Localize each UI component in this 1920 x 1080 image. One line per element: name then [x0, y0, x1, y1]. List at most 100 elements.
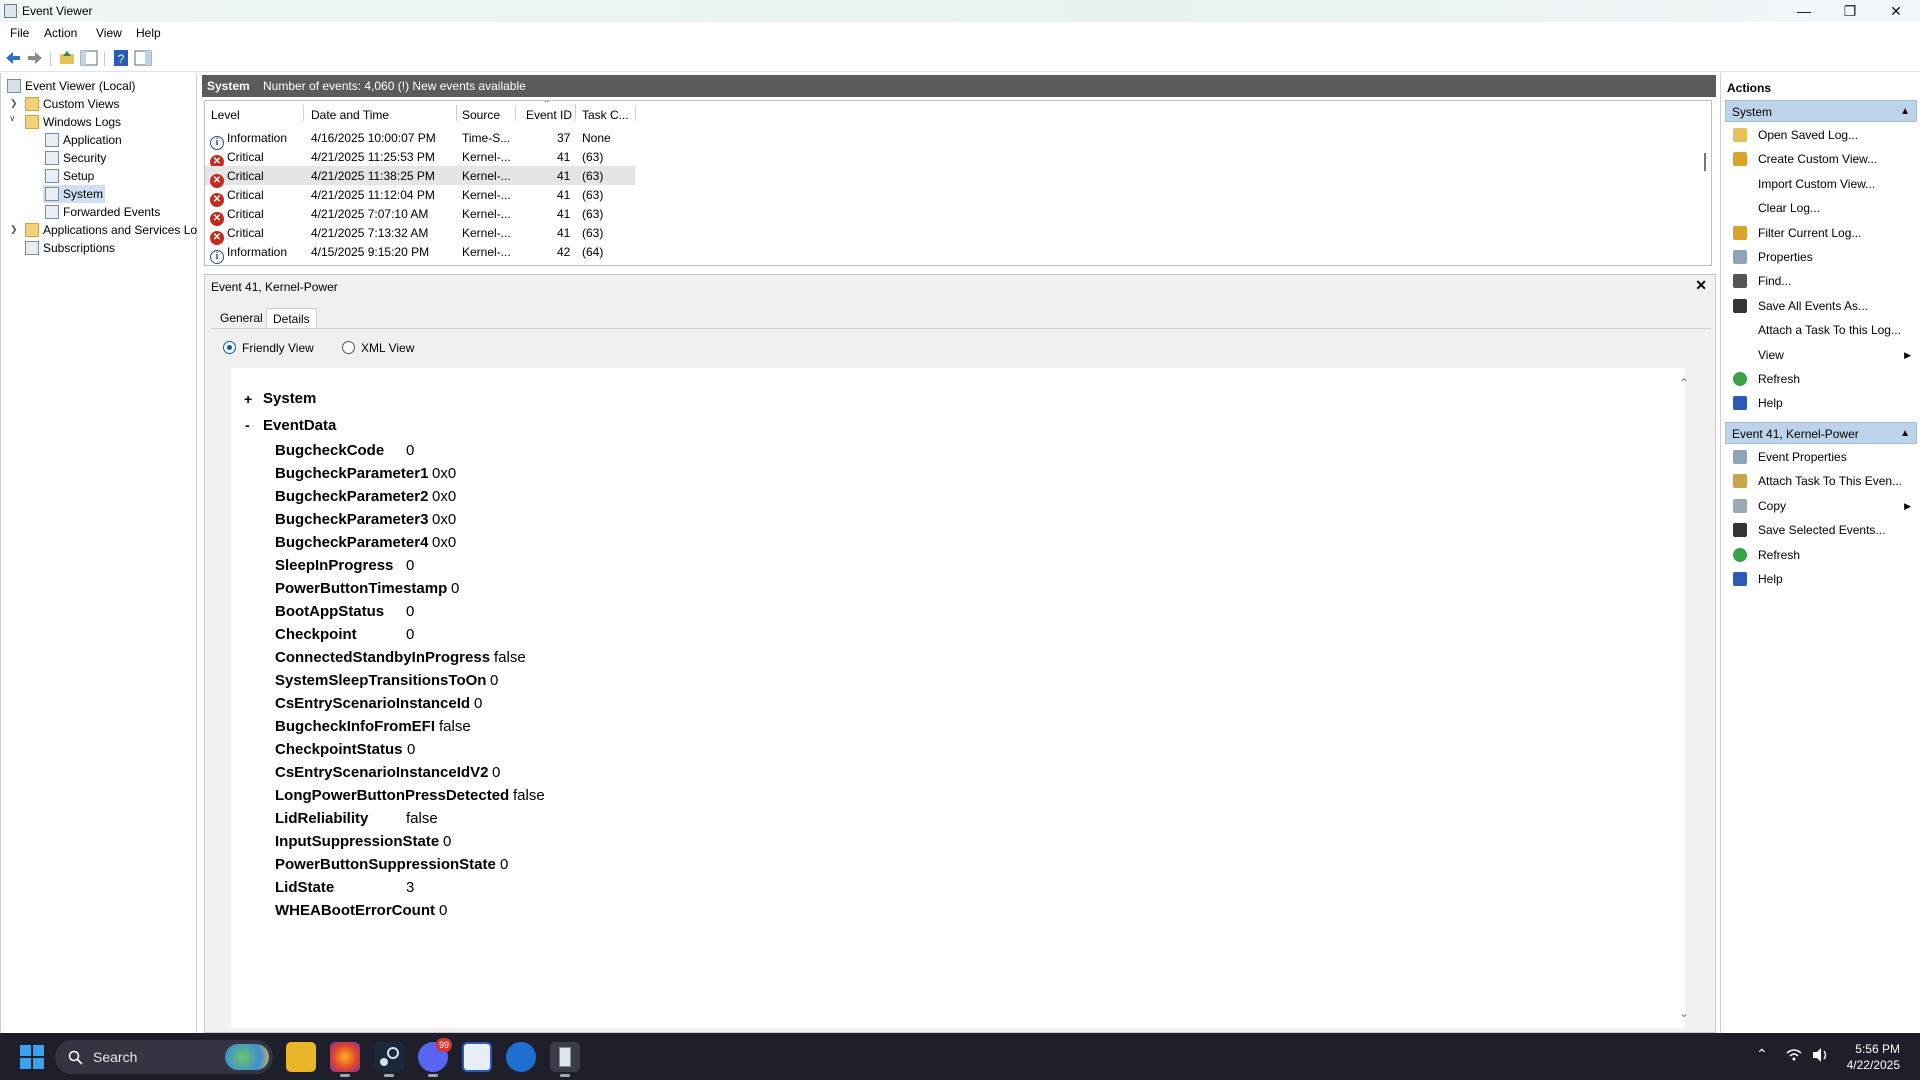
chevron-right-icon[interactable]: ❯: [10, 98, 18, 109]
console-tree: Event Viewer (Local) ❯ Custom Views ∨ Wi…: [0, 73, 197, 1033]
up-folder-icon[interactable]: [58, 49, 76, 67]
file-explorer-icon[interactable]: [286, 1042, 316, 1072]
table-row[interactable]: i Information 4/15/2025 9:15:20 PM Kernel…: [205, 242, 635, 264]
tree-item-system[interactable]: System: [43, 185, 106, 203]
taskbar-search[interactable]: Search: [55, 1040, 273, 1074]
collapse-toggle[interactable]: -: [245, 417, 250, 433]
tree-item-application[interactable]: Application: [45, 131, 122, 149]
close-icon[interactable]: ✕: [1873, 0, 1919, 22]
action-label: Import Custom View...: [1758, 176, 1876, 191]
minimize-icon[interactable]: —: [1781, 0, 1827, 22]
chevron-up-icon[interactable]: ⌃: [1756, 1046, 1768, 1063]
scroll-up-icon[interactable]: ⌃: [1679, 376, 1689, 390]
actions-section-system[interactable]: System ▲: [1725, 100, 1917, 122]
event-list-scrollbar[interactable]: [1700, 101, 1710, 265]
action-clear-log[interactable]: Clear Log...: [1725, 197, 1917, 219]
action-properties[interactable]: Properties: [1725, 246, 1917, 268]
tab-general[interactable]: General: [214, 308, 269, 329]
actions-section-event[interactable]: Event 41, Kernel-Power ▲: [1725, 422, 1917, 444]
action-attach-a-task-to-this-log[interactable]: Attach a Task To this Log...: [1725, 319, 1917, 341]
action-attach-task-to-this-even[interactable]: Attach Task To This Even...: [1725, 470, 1917, 492]
chevron-right-icon[interactable]: ❯: [10, 224, 18, 235]
table-row-selected[interactable]: ✕ Critical 4/21/2025 11:38:25 PM Kernel-.…: [205, 166, 635, 188]
app-icon[interactable]: [506, 1042, 536, 1072]
search-placeholder: Search: [93, 1049, 138, 1065]
column-separator[interactable]: [575, 105, 576, 121]
node-eventdata[interactable]: EventData: [263, 417, 336, 434]
action-refresh[interactable]: Refresh: [1725, 368, 1917, 390]
firefox-icon[interactable]: [330, 1042, 360, 1077]
column-separator[interactable]: [635, 105, 636, 121]
tree-item-custom-views[interactable]: Custom Views: [25, 95, 119, 113]
field-value: false: [439, 718, 471, 735]
action-refresh[interactable]: Refresh: [1725, 544, 1917, 566]
expand-toggle[interactable]: +: [244, 391, 252, 407]
menu-file[interactable]: File: [10, 26, 29, 40]
table-row[interactable]: ✕ Critical 4/21/2025 7:13:32 AM Kernel-..…: [205, 223, 635, 245]
scrollbar-thumb[interactable]: [1704, 153, 1706, 171]
collapse-caret-icon[interactable]: ▲: [1900, 423, 1910, 445]
action-save-all-events-as[interactable]: Save All Events As...: [1725, 295, 1917, 317]
windows-start-icon[interactable]: [20, 1045, 44, 1069]
show-hide-action-pane-icon[interactable]: [134, 49, 152, 67]
restore-icon[interactable]: ❐: [1827, 0, 1873, 22]
action-copy[interactable]: Copy ▶: [1725, 495, 1917, 517]
tree-item-security[interactable]: Security: [45, 149, 106, 167]
event-id-cell: 41: [557, 188, 571, 202]
action-filter-current-log[interactable]: Filter Current Log...: [1725, 222, 1917, 244]
column-header-source[interactable]: Source: [462, 108, 500, 122]
action-save-selected-events[interactable]: Save Selected Events...: [1725, 519, 1917, 541]
tree-item-subscriptions[interactable]: Subscriptions: [25, 239, 115, 257]
column-separator[interactable]: [303, 105, 304, 121]
action-view[interactable]: View ▶: [1725, 344, 1917, 366]
column-header-event-id[interactable]: Event ID: [526, 108, 572, 122]
tree-item-windows-logs[interactable]: Windows Logs: [25, 113, 121, 131]
tree-item-forwarded-events[interactable]: Forwarded Events: [45, 203, 160, 221]
help-icon[interactable]: ?: [112, 49, 130, 67]
wifi-icon[interactable]: [1786, 1048, 1802, 1062]
collapse-caret-icon[interactable]: ▲: [1900, 101, 1910, 123]
action-event-properties[interactable]: Event Properties: [1725, 446, 1917, 468]
tree-label: Custom Views: [43, 97, 120, 111]
column-separator[interactable]: [515, 105, 516, 121]
close-icon[interactable]: ✕: [1695, 277, 1707, 294]
refresh-icon: [1733, 372, 1747, 386]
node-system[interactable]: System: [263, 390, 316, 407]
back-arrow-icon[interactable]: [4, 49, 22, 67]
tree-item-event-viewer-local[interactable]: Event Viewer (Local): [7, 77, 136, 95]
table-row[interactable]: ✕ Critical 4/21/2025 7:07:10 AM Kernel-..…: [205, 204, 635, 226]
help-app-icon[interactable]: [462, 1042, 492, 1072]
column-separator[interactable]: [456, 105, 457, 121]
table-row[interactable]: i Information 4/16/2025 10:00:07 PM Time-…: [205, 128, 635, 150]
menu-help[interactable]: Help: [136, 26, 161, 40]
table-row[interactable]: ✕ Critical 4/21/2025 11:25:53 PM Kernel-.…: [205, 147, 635, 169]
clock[interactable]: 5:56 PM 4/22/2025: [1847, 1041, 1900, 1073]
friendly-view-scrollbar[interactable]: ⌃ ⌄: [1679, 368, 1693, 1028]
radio-xml-view[interactable]: XML View: [342, 341, 414, 355]
action-create-custom-view[interactable]: Create Custom View...: [1725, 148, 1917, 170]
column-header-task-category[interactable]: Task C...: [582, 108, 629, 122]
column-header-level[interactable]: Level: [211, 108, 240, 122]
action-help[interactable]: Help: [1725, 568, 1917, 590]
chevron-down-icon[interactable]: ∨: [9, 113, 16, 124]
table-row[interactable]: ✕ Critical 4/21/2025 11:12:04 PM Kernel-.…: [205, 185, 635, 207]
discord-icon[interactable]: 99: [418, 1038, 452, 1077]
scroll-down-icon[interactable]: ⌄: [1679, 1006, 1689, 1020]
forward-arrow-icon[interactable]: [26, 49, 44, 67]
action-open-saved-log[interactable]: Open Saved Log...: [1725, 124, 1917, 146]
tree-item-applications-and-services[interactable]: Applications and Services Lo: [25, 221, 197, 239]
log-header: System Number of events: 4,060 (!) New e…: [202, 75, 1716, 97]
show-hide-console-tree-icon[interactable]: [80, 49, 98, 67]
radio-friendly-view[interactable]: Friendly View: [223, 341, 314, 355]
action-import-custom-view[interactable]: Import Custom View...: [1725, 173, 1917, 195]
column-header-date-and-time[interactable]: Date and Time: [311, 108, 389, 122]
volume-icon[interactable]: [1812, 1047, 1830, 1063]
tab-details[interactable]: Details: [266, 308, 317, 329]
steam-icon[interactable]: [374, 1042, 404, 1077]
menu-action[interactable]: Action: [44, 26, 77, 40]
tree-item-setup[interactable]: Setup: [45, 167, 94, 185]
event-viewer-taskbar-icon[interactable]: [550, 1042, 580, 1077]
action-find[interactable]: Find...: [1725, 270, 1917, 292]
menu-view[interactable]: View: [96, 26, 122, 40]
action-help[interactable]: Help: [1725, 392, 1917, 414]
